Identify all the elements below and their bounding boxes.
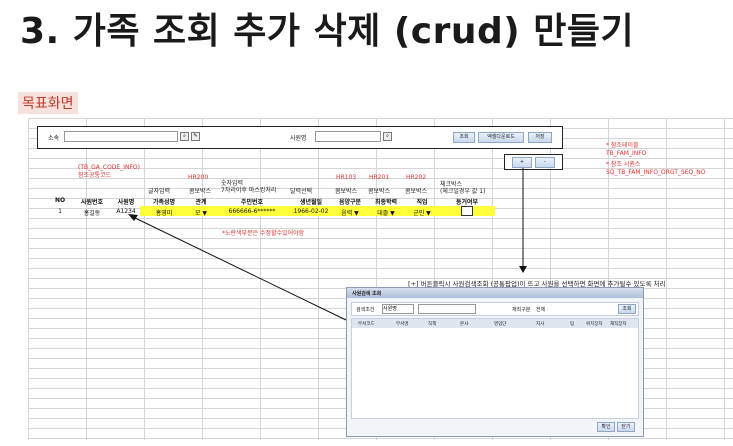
popup-result-list[interactable] <box>351 328 639 419</box>
popup-col-team: 팀 <box>570 322 575 327</box>
popup-search-row: 검색조건 사원명 재직구분 전체 조회 <box>351 302 639 316</box>
popup-close-button[interactable]: 닫기 <box>617 422 635 432</box>
employee-search-popup: 사원검색 조회 검색조건 사원명 재직구분 전체 조회 부서코드 부서명 직책 … <box>346 287 644 437</box>
popup-col-dept-code: 부서코드 <box>358 322 375 327</box>
popup-titlebar: 사원검색 조회 <box>347 288 643 298</box>
popup-search-select[interactable]: 사원명 <box>382 304 414 314</box>
popup-col-dept-name: 부서명 <box>396 322 409 327</box>
arrow-head <box>128 214 138 221</box>
popup-dept-value[interactable]: 전체 <box>536 306 545 313</box>
popup-title: 사원검색 조회 <box>352 291 382 297</box>
popup-confirm-button[interactable]: 확인 <box>597 422 615 432</box>
arrow-head <box>519 266 527 273</box>
popup-col-sales: 영업단 <box>494 322 507 327</box>
popup-col-loc: 위치장자 <box>586 322 603 327</box>
popup-search-input[interactable] <box>418 304 476 314</box>
arrow-line <box>130 215 347 321</box>
popup-dept-label: 재직구분 <box>512 307 531 313</box>
popup-col-branch: 지사 <box>536 322 545 327</box>
popup-search-button[interactable]: 조회 <box>618 304 636 314</box>
popup-search-label: 검색조건 <box>356 307 375 313</box>
popup-search-value: 사원명 <box>383 306 397 312</box>
popup-col-position: 직책 <box>428 322 437 327</box>
popup-col-status: 재직장자 <box>610 322 627 327</box>
popup-col-hq: 본사 <box>460 322 469 327</box>
